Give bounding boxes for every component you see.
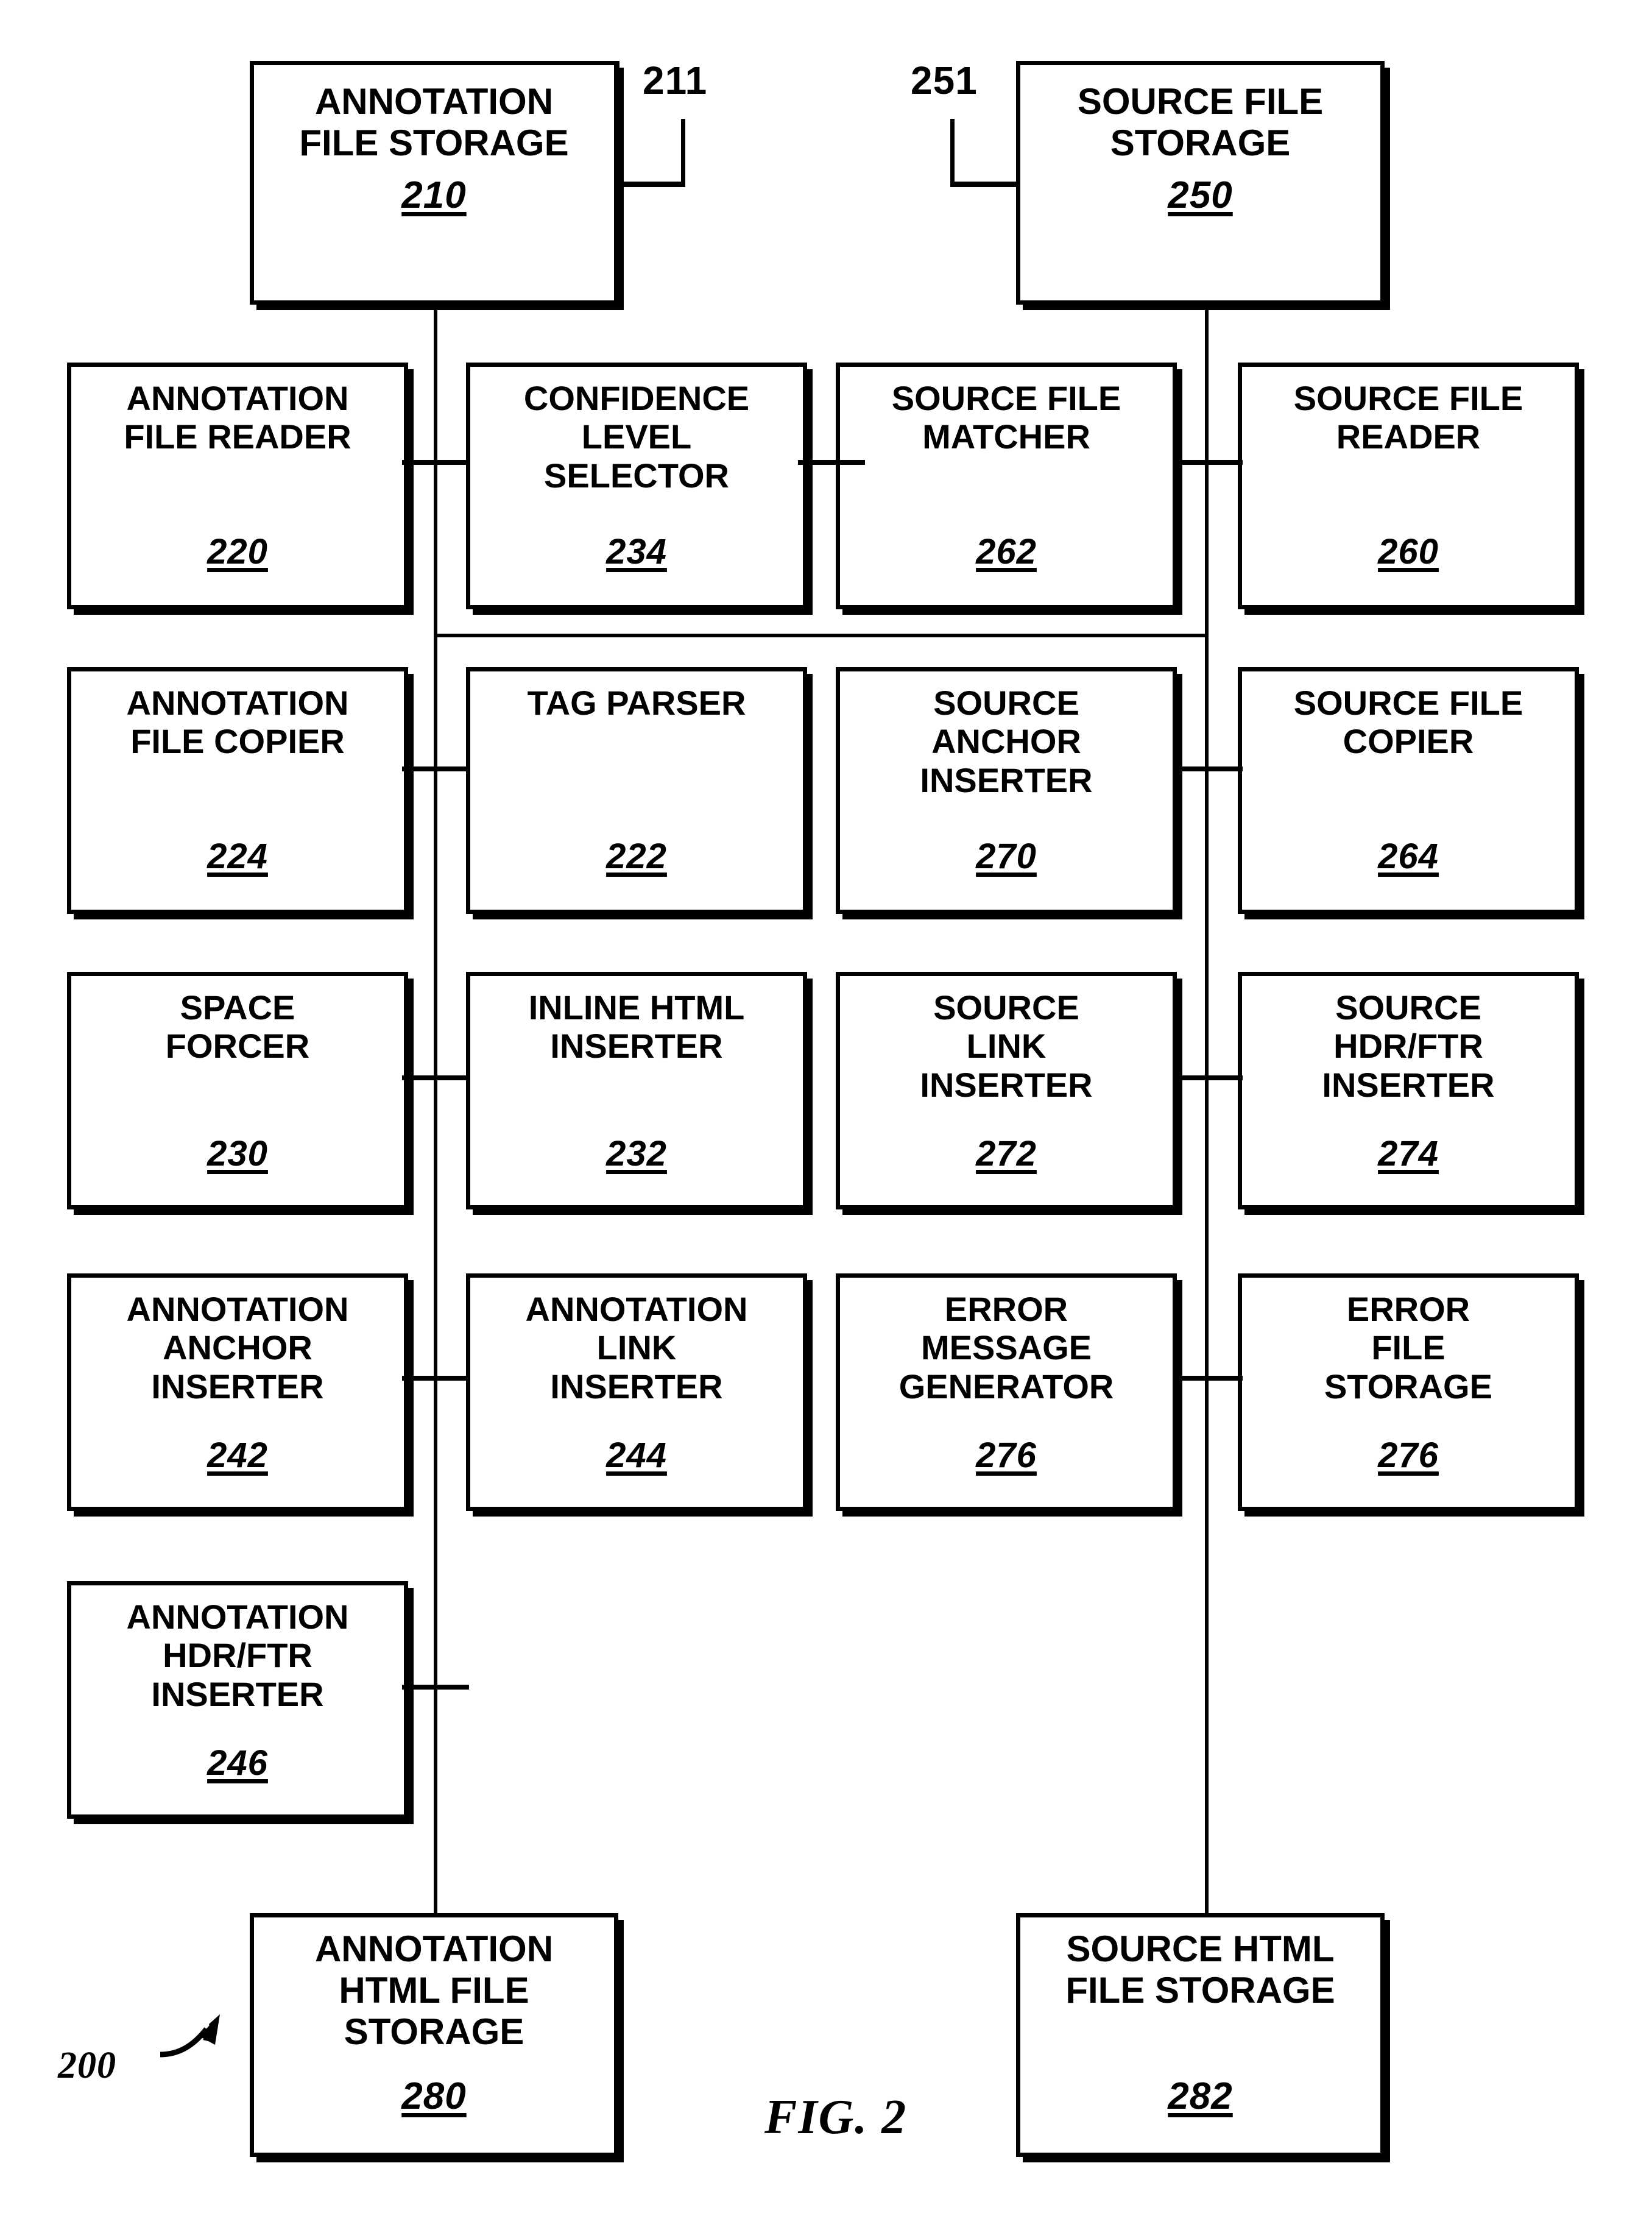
box-source-file-reader[interactable]: SOURCE FILE READER 260 <box>1238 363 1579 609</box>
box-title: ERROR FILE STORAGE <box>1324 1290 1492 1406</box>
box-title: ERROR MESSAGE GENERATOR <box>898 1290 1114 1406</box>
box-title: SOURCE ANCHOR INSERTER <box>920 684 1093 799</box>
box-reference-number: 260 <box>1378 532 1439 572</box>
system-reference-arrow <box>160 2014 220 2058</box>
connector-stub-r1-c1 <box>402 460 469 465</box>
box-annotation-html-file-storage[interactable]: ANNOTATION HTML FILE STORAGE 280 <box>250 1913 618 2157</box>
connector-stub-r3-c3 <box>1176 1075 1243 1080</box>
box-title: SOURCE FILE COPIER <box>1293 684 1523 761</box>
box-annotation-file-storage[interactable]: ANNOTATION FILE STORAGE 210 <box>250 61 618 305</box>
box-title: SPACE FORCER <box>165 988 310 1066</box>
box-title: SOURCE FILE STORAGE <box>1077 81 1324 163</box>
box-reference-number: 242 <box>207 1435 268 1475</box>
box-reference-number: 220 <box>207 532 268 572</box>
box-title: ANNOTATION HDR/FTR INSERTER <box>126 1598 349 1713</box>
box-annotation-link-inserter[interactable]: ANNOTATION LINK INSERTER 244 <box>466 1273 807 1511</box>
box-source-file-copier[interactable]: SOURCE FILE COPIER 264 <box>1238 667 1579 914</box>
box-reference-number: 264 <box>1378 837 1439 876</box>
right-bus-line <box>1205 305 1209 1913</box>
box-inline-html-inserter[interactable]: INLINE HTML INSERTER 232 <box>466 972 807 1209</box>
box-title: SOURCE HDR/FTR INSERTER <box>1322 988 1495 1104</box>
box-annotation-hdr-ftr-inserter[interactable]: ANNOTATION HDR/FTR INSERTER 246 <box>67 1581 408 1819</box>
box-title: TAG PARSER <box>527 684 746 722</box>
figure-caption: FIG. 2 <box>764 2090 908 2144</box>
box-source-html-file-storage[interactable]: SOURCE HTML FILE STORAGE 282 <box>1016 1913 1385 2157</box>
box-source-anchor-inserter[interactable]: SOURCE ANCHOR INSERTER 270 <box>836 667 1177 914</box>
connector-stub-r4-c1 <box>402 1376 469 1381</box>
connector-stub-r2-c1 <box>402 766 469 771</box>
box-source-file-storage[interactable]: SOURCE FILE STORAGE 250 <box>1016 61 1385 305</box>
box-error-file-storage[interactable]: ERROR FILE STORAGE 276 <box>1238 1273 1579 1511</box>
callout-251: 251 <box>911 58 978 102</box>
box-title: CONFIDENCE LEVEL SELECTOR <box>523 379 750 495</box>
box-annotation-anchor-inserter[interactable]: ANNOTATION ANCHOR INSERTER 242 <box>67 1273 408 1511</box>
connector-stub-r1-c3 <box>1176 460 1243 465</box>
box-reference-number: 274 <box>1378 1134 1439 1173</box>
box-reference-number: 246 <box>207 1743 268 1783</box>
box-confidence-level-selector[interactable]: CONFIDENCE LEVEL SELECTOR 234 <box>466 363 807 609</box>
box-reference-number: 280 <box>401 2075 467 2117</box>
box-title: ANNOTATION FILE STORAGE <box>299 81 569 163</box>
box-reference-number: 276 <box>976 1435 1037 1475</box>
box-reference-number: 230 <box>207 1134 268 1173</box>
box-source-link-inserter[interactable]: SOURCE LINK INSERTER 272 <box>836 972 1177 1209</box>
box-error-message-generator[interactable]: ERROR MESSAGE GENERATOR 276 <box>836 1273 1177 1511</box>
bus-crossbar <box>434 634 1209 637</box>
box-reference-number: 262 <box>976 532 1037 572</box>
box-annotation-file-copier[interactable]: ANNOTATION FILE COPIER 224 <box>67 667 408 914</box>
box-reference-number: 210 <box>401 174 467 216</box>
box-reference-number: 270 <box>976 837 1037 876</box>
box-title: SOURCE FILE MATCHER <box>891 379 1121 456</box>
box-reference-number: 282 <box>1168 2075 1233 2117</box>
box-reference-number: 222 <box>606 837 667 876</box>
box-title: ANNOTATION HTML FILE STORAGE <box>314 1928 554 2052</box>
box-reference-number: 244 <box>606 1435 667 1475</box>
box-title: ANNOTATION ANCHOR INSERTER <box>126 1290 349 1406</box>
box-reference-number: 276 <box>1378 1435 1439 1475</box>
box-title: SOURCE HTML FILE STORAGE <box>1065 1928 1335 2011</box>
callout-211: 211 <box>643 58 708 102</box>
box-space-forcer[interactable]: SPACE FORCER 230 <box>67 972 408 1209</box>
box-reference-number: 232 <box>606 1134 667 1173</box>
patent-figure-2: 211 251 ANNOTATION FILE STORAGE 210 SOUR… <box>0 0 1652 2216</box>
box-reference-number: 234 <box>606 532 667 572</box>
connector-stub-r4-c3 <box>1176 1376 1243 1381</box>
box-title: SOURCE FILE READER <box>1293 379 1523 456</box>
connector-stub-r2-c3 <box>1176 766 1243 771</box>
box-title: SOURCE LINK INSERTER <box>920 988 1093 1104</box>
box-tag-parser[interactable]: TAG PARSER 222 <box>466 667 807 914</box>
box-annotation-file-reader[interactable]: ANNOTATION FILE READER 220 <box>67 363 408 609</box>
connector-stub-r5-c1 <box>402 1685 469 1690</box>
system-reference-number: 200 <box>58 2045 116 2086</box>
box-title: ANNOTATION LINK INSERTER <box>525 1290 748 1406</box>
box-title: INLINE HTML INSERTER <box>528 988 745 1066</box>
connector-stub-r3-c1 <box>402 1075 469 1080</box>
box-source-hdr-ftr-inserter[interactable]: SOURCE HDR/FTR INSERTER 274 <box>1238 972 1579 1209</box>
connector-stub-r1-c2 <box>798 460 865 465</box>
box-reference-number: 272 <box>976 1134 1037 1173</box>
box-reference-number: 224 <box>207 837 268 876</box>
box-reference-number: 250 <box>1168 174 1233 216</box>
box-title: ANNOTATION FILE COPIER <box>126 684 349 761</box>
box-source-file-matcher[interactable]: SOURCE FILE MATCHER 262 <box>836 363 1177 609</box>
left-bus-line <box>434 305 437 1913</box>
box-title: ANNOTATION FILE READER <box>124 379 351 456</box>
